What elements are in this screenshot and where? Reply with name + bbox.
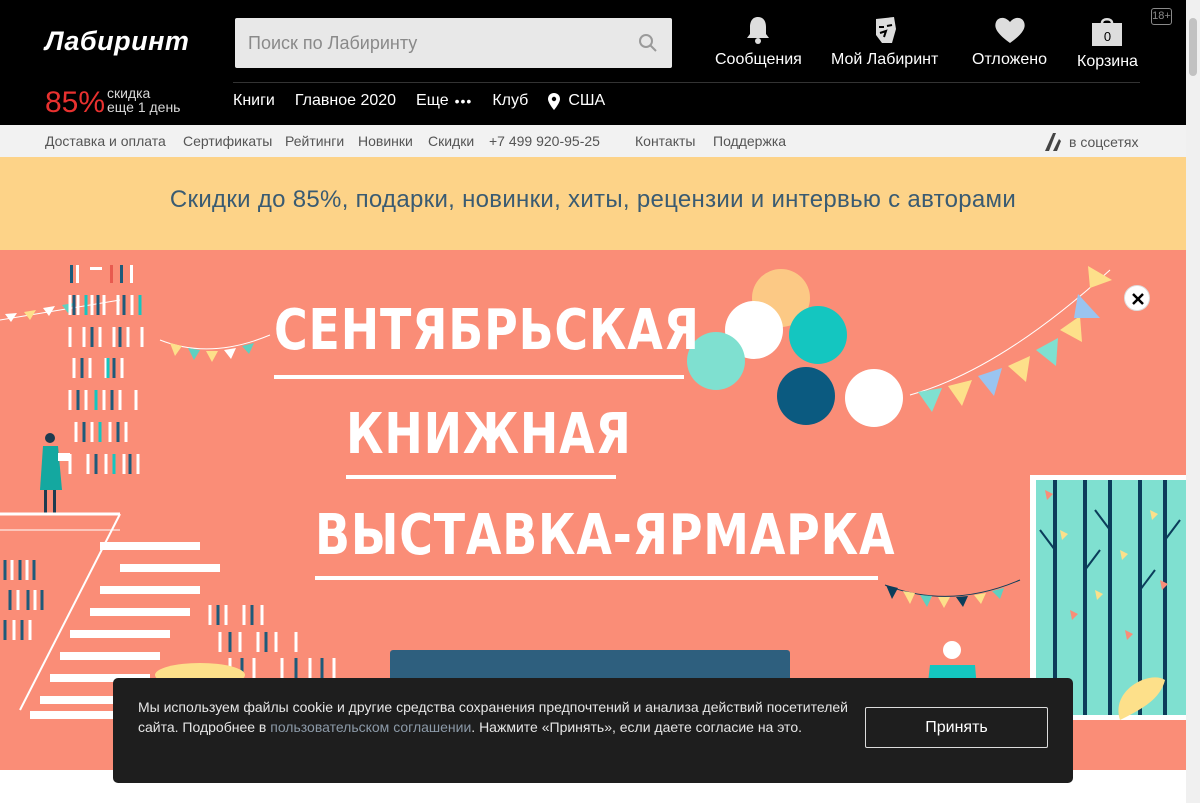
nav-club[interactable]: Клуб: [492, 92, 528, 110]
discount-text: скидка еще 1 день: [107, 86, 180, 114]
labirint-logo-icon: [1045, 133, 1061, 151]
underline-3: [315, 576, 878, 580]
cart-button[interactable]: 0 Корзина: [1077, 15, 1138, 71]
scrollbar-thumb[interactable]: [1189, 18, 1197, 76]
close-banner-button[interactable]: [1124, 285, 1150, 311]
nav-more-label: Еще: [416, 92, 449, 109]
my-labirint-label: Мой Лабиринт: [831, 51, 939, 68]
banner-title-line2: КНИЖНАЯ: [346, 402, 632, 467]
cart-label: Корзина: [1077, 53, 1138, 70]
promo-band-text: Скидки до 85%, подарки, новинки, хиты, р…: [169, 186, 1017, 213]
region-label: США: [568, 92, 606, 109]
age-rating-badge: 18+: [1151, 8, 1172, 25]
messages-button[interactable]: Сообщения: [715, 15, 802, 69]
wishlist-label: Отложено: [972, 51, 1047, 68]
banner-title-line3: ВЫСТАВКА-ЯРМАРКА: [315, 503, 896, 568]
main-nav: Книги Главное 2020 Еще ••• Клуб США: [233, 92, 605, 110]
cart-count: 0: [1103, 29, 1112, 44]
logo[interactable]: Лабиринт: [45, 26, 189, 57]
social-link[interactable]: в соцсетях: [1043, 132, 1138, 152]
site-header: Лабиринт Сообщения Мой Лабиринт: [0, 0, 1186, 125]
link-discounts[interactable]: Скидки: [428, 133, 474, 149]
page-scrollbar[interactable]: [1186, 0, 1200, 803]
social-label: в соцсетях: [1069, 134, 1139, 150]
link-certificates[interactable]: Сертификаты: [183, 133, 272, 149]
accept-cookies-button[interactable]: Принять: [865, 707, 1048, 748]
user-agreement-link[interactable]: пользовательском соглашении: [270, 719, 471, 735]
search-box: [235, 18, 672, 68]
search-icon[interactable]: [638, 33, 658, 53]
nav-books[interactable]: Книги: [233, 92, 275, 110]
more-dots-icon: •••: [454, 93, 473, 109]
nav-region[interactable]: США: [548, 92, 605, 110]
discount-percent: 85%: [45, 86, 106, 119]
location-pin-icon: [548, 92, 561, 110]
underline-1: [274, 375, 684, 379]
header-divider: [233, 82, 1140, 83]
close-icon: [1132, 293, 1144, 305]
bell-icon: [747, 17, 770, 44]
nav-main-2020[interactable]: Главное 2020: [295, 92, 396, 110]
link-support[interactable]: Поддержка: [713, 133, 786, 149]
wishlist-button[interactable]: Отложено: [972, 15, 1047, 69]
cookie-text-after: . Нажмите «Принять», если даете согласие…: [471, 719, 802, 735]
search-input[interactable]: [235, 18, 615, 68]
cookie-text: Мы используем файлы cookie и другие сред…: [138, 697, 858, 737]
promo-band[interactable]: Скидки до 85%, подарки, новинки, хиты, р…: [0, 157, 1186, 250]
phone-number[interactable]: +7 499 920-95-25: [489, 133, 600, 149]
discount-days: еще 1 день: [107, 99, 181, 115]
profile-icon: [875, 17, 896, 43]
link-delivery[interactable]: Доставка и оплата: [45, 133, 166, 149]
heart-icon: [994, 17, 1025, 43]
messages-label: Сообщения: [715, 51, 802, 68]
cookie-consent: Мы используем файлы cookie и другие сред…: [113, 678, 1073, 783]
link-contacts[interactable]: Контакты: [635, 133, 695, 149]
link-new[interactable]: Новинки: [358, 133, 413, 149]
secondary-nav: Доставка и оплата Сертификаты Рейтинги Н…: [0, 125, 1186, 157]
underline-2: [346, 475, 616, 479]
page: Лабиринт Сообщения Мой Лабиринт: [0, 0, 1200, 803]
nav-more[interactable]: Еще •••: [416, 92, 472, 110]
my-labirint-button[interactable]: Мой Лабиринт: [831, 15, 938, 69]
banner-title-line1: СЕНТЯБРЬСКАЯ: [274, 298, 700, 363]
link-ratings[interactable]: Рейтинги: [285, 133, 344, 149]
